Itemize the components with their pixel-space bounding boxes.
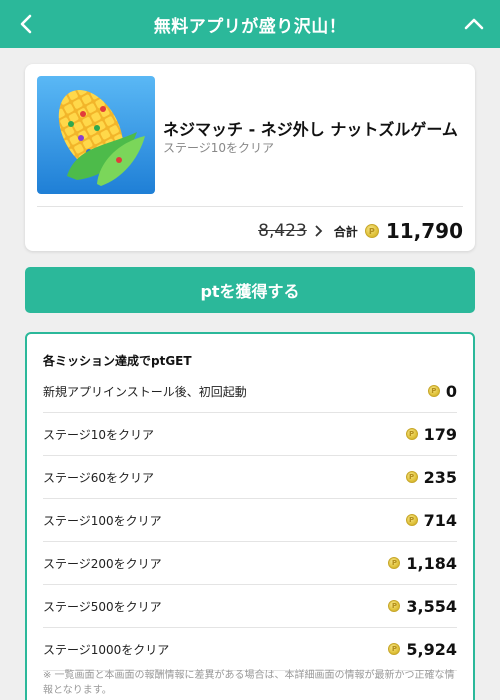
coin-icon (405, 471, 418, 483)
app-name: ネジマッチ - ネジ外し ナットズルゲーム (163, 120, 458, 139)
mission-points: 3,554 (406, 596, 457, 616)
mission-label: ステージ200をクリア (43, 556, 162, 571)
chevron-left-icon (20, 14, 32, 34)
mission-points: 179 (423, 424, 457, 444)
app-card: ネジマッチ - ネジ外し ナットズルゲーム ステージ10をクリア 8,423 合… (25, 64, 475, 251)
mission-points: 0 (445, 381, 457, 401)
coin-icon (388, 600, 401, 612)
mission-label: ステージ60をクリア (43, 470, 155, 485)
mission-panel: 各ミッション達成でptGET 新規アプリインストール後、初回起動 0 ステージ1… (25, 332, 475, 700)
points-summary: 8,423 合計 11,790 (258, 216, 463, 246)
old-points: 8,423 (258, 221, 307, 241)
get-points-button[interactable]: ptを獲得する (25, 267, 475, 313)
total-label: 合計 (333, 224, 358, 239)
mission-row: ステージ100をクリア 714 (43, 499, 457, 542)
mission-row: ステージ60をクリア 235 (43, 456, 457, 499)
header-title: 無料アプリが盛り沢山！ (153, 16, 347, 37)
coin-icon (388, 643, 401, 655)
back-button[interactable] (14, 10, 38, 38)
mission-label: ステージ100をクリア (43, 513, 162, 528)
mission-points: 714 (423, 510, 457, 530)
mission-row: ステージ500をクリア 3,554 (43, 585, 457, 628)
coin-icon (388, 557, 401, 569)
mission-label: ステージ500をクリア (43, 599, 162, 614)
mission-row: ステージ1000をクリア 5,924 (43, 628, 457, 671)
mission-points: 5,924 (406, 639, 457, 659)
disclaimer-note: ※ 一覧画面と本画面の報酬情報に差異がある場合は、本詳細画面の情報が最新かつ正確… (43, 670, 455, 696)
mission-row: 新規アプリインストール後、初回起動 0 (43, 370, 457, 413)
mission-list: 新規アプリインストール後、初回起動 0 ステージ10をクリア 179 ステージ6… (43, 370, 457, 671)
corn-game-icon (37, 76, 155, 194)
coin-icon (405, 514, 418, 526)
mission-label: ステージ1000をクリア (43, 642, 170, 657)
chevron-up-icon (464, 18, 484, 30)
total-points: 11,790 (385, 219, 463, 243)
mission-row: ステージ200をクリア 1,184 (43, 542, 457, 585)
mission-points: 1,184 (406, 553, 457, 573)
mission-label: 新規アプリインストール後、初回起動 (43, 384, 247, 399)
divider (37, 206, 463, 207)
coin-icon (364, 224, 379, 238)
chevron-right-icon (314, 224, 323, 238)
app-header: 無料アプリが盛り沢山！ (0, 0, 500, 48)
app-subtitle: ステージ10をクリア (163, 141, 275, 155)
collapse-button[interactable] (460, 10, 488, 38)
mission-label: ステージ10をクリア (43, 427, 155, 442)
mission-points: 235 (423, 467, 457, 487)
coin-icon (427, 385, 440, 397)
mission-row: ステージ10をクリア 179 (43, 413, 457, 456)
coin-icon (405, 428, 418, 440)
mission-title: 各ミッション達成でptGET (43, 354, 192, 368)
